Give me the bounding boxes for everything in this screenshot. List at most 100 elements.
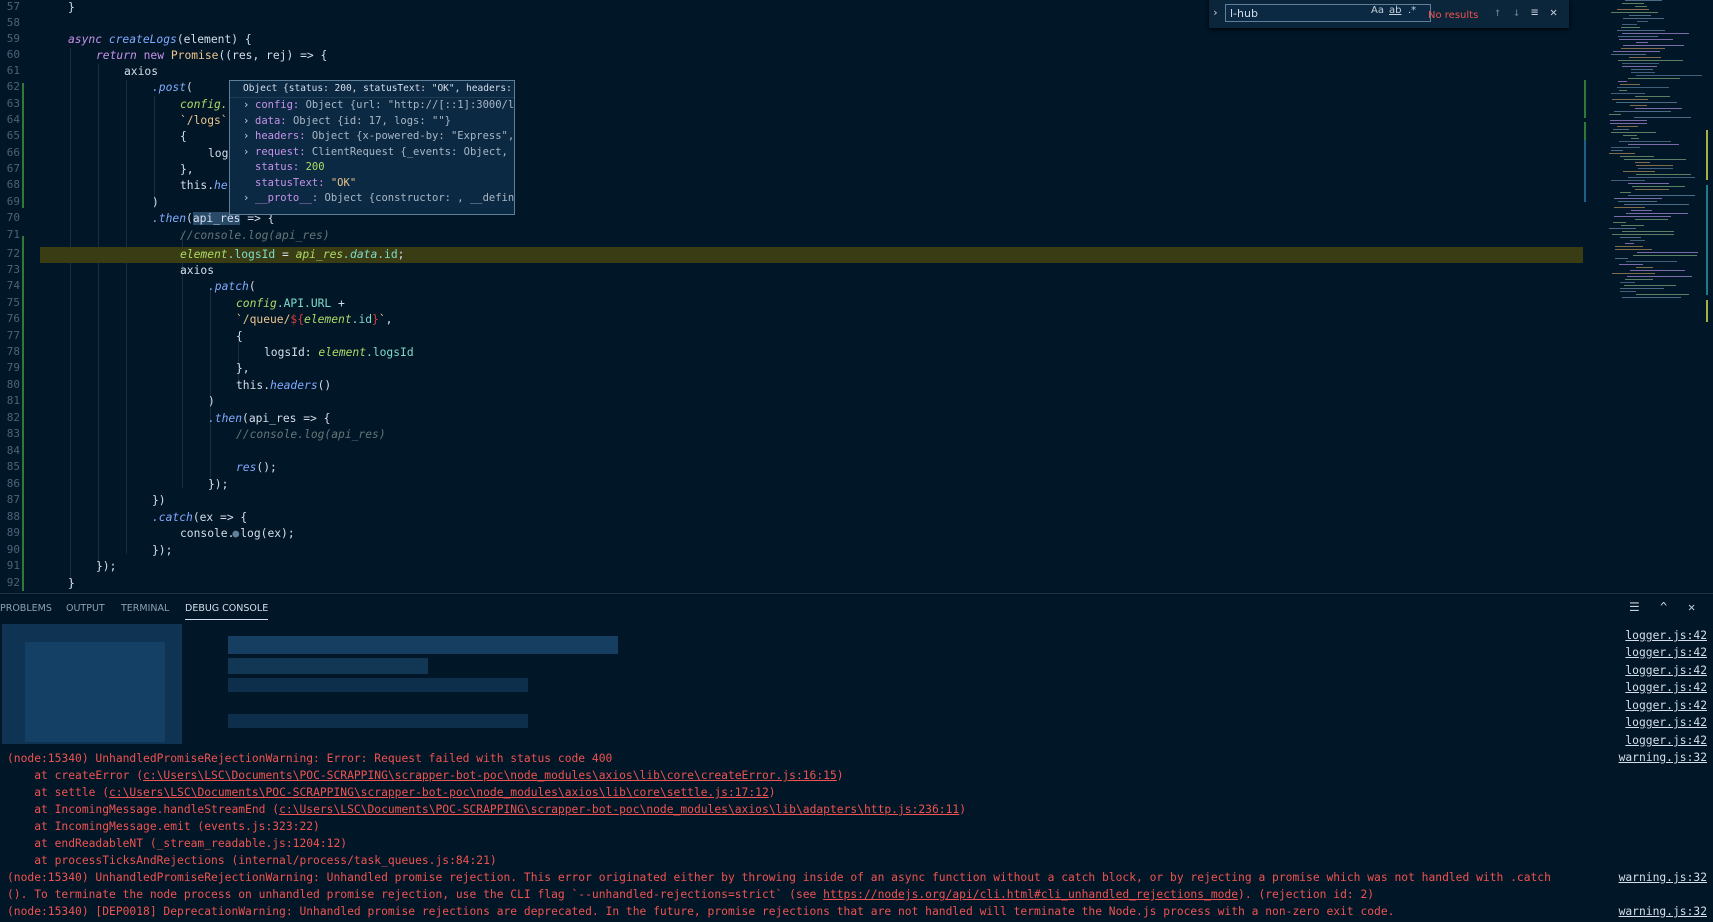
- line-number[interactable]: 85: [0, 460, 20, 473]
- line-number[interactable]: 76: [0, 312, 20, 325]
- line-number[interactable]: 61: [0, 64, 20, 77]
- console-source-link[interactable]: logger.js:42: [1625, 716, 1707, 729]
- close-panel-icon[interactable]: ✕: [1688, 600, 1695, 614]
- chevron-right-icon[interactable]: ›: [243, 191, 255, 207]
- maximize-panel-icon[interactable]: ^: [1660, 600, 1667, 614]
- line-number[interactable]: 90: [0, 543, 20, 556]
- hover-property-row[interactable]: › __proto__: Object {constructor: , __def…: [230, 191, 514, 207]
- console-source-link[interactable]: logger.js:42: [1625, 664, 1707, 677]
- line-number[interactable]: 89: [0, 526, 20, 539]
- code-line-73[interactable]: axios: [180, 263, 214, 279]
- line-number[interactable]: 60: [0, 48, 20, 61]
- hover-property-row[interactable]: › headers: Object {x-powered-by: "Express…: [230, 129, 514, 145]
- stack-trace-link[interactable]: c:\Users\LSC\Documents\POC-SCRAPPING\scr…: [109, 786, 769, 799]
- code-line-62[interactable]: .post(: [152, 80, 193, 96]
- code-line-74[interactable]: .patch(: [208, 279, 256, 295]
- minimap[interactable]: [1585, 0, 1713, 593]
- code-line-66[interactable]: log: [208, 146, 228, 162]
- line-number[interactable]: 88: [0, 510, 20, 523]
- tab-debug-console[interactable]: DEBUG CONSOLE: [185, 603, 269, 620]
- line-number[interactable]: 58: [0, 16, 20, 29]
- next-match-icon[interactable]: ↓: [1513, 5, 1520, 19]
- docs-link[interactable]: https://nodejs.org/api/cli.html#cli_unha…: [823, 888, 1238, 901]
- code-line-67[interactable]: },: [180, 162, 194, 178]
- line-number[interactable]: 91: [0, 559, 20, 572]
- chevron-right-icon[interactable]: ›: [243, 114, 255, 130]
- stack-trace-link[interactable]: c:\Users\LSC\Documents\POC-SCRAPPING\scr…: [143, 769, 837, 782]
- console-source-link[interactable]: logger.js:42: [1625, 629, 1707, 642]
- console-source-link[interactable]: warning.js:32: [1619, 905, 1707, 918]
- line-number[interactable]: 78: [0, 345, 20, 358]
- line-number[interactable]: 73: [0, 263, 20, 276]
- line-number[interactable]: 70: [0, 211, 20, 224]
- console-source-link[interactable]: logger.js:42: [1625, 734, 1707, 747]
- line-number[interactable]: 82: [0, 411, 20, 424]
- line-number[interactable]: 75: [0, 296, 20, 309]
- line-number[interactable]: 92: [0, 576, 20, 589]
- line-number[interactable]: 59: [0, 32, 20, 45]
- code-line-64[interactable]: `/logs`: [180, 113, 228, 129]
- code-line-91[interactable]: });: [96, 559, 116, 575]
- code-line-79[interactable]: },: [236, 361, 250, 377]
- code-line-61[interactable]: axios: [124, 64, 158, 80]
- code-line-72[interactable]: element.logsId = api_res.data.id;: [180, 247, 404, 263]
- breakpoint-dot-icon[interactable]: ●: [232, 527, 239, 540]
- line-number[interactable]: 62: [0, 80, 20, 93]
- chevron-right-icon[interactable]: ›: [243, 145, 255, 161]
- find-in-selection-icon[interactable]: ≡: [1531, 5, 1538, 19]
- code-line-81[interactable]: ): [208, 394, 215, 410]
- code-line-89[interactable]: console.●log(ex);: [180, 526, 295, 542]
- console-source-link[interactable]: logger.js:42: [1625, 681, 1707, 694]
- code-line-90[interactable]: });: [152, 543, 172, 559]
- line-number[interactable]: 86: [0, 477, 20, 490]
- console-source-link[interactable]: logger.js:42: [1625, 699, 1707, 712]
- tab-output[interactable]: OUTPUT: [66, 603, 105, 614]
- hover-property-row[interactable]: › request: ClientRequest {_events: Object…: [230, 145, 514, 161]
- code-line-82[interactable]: .then(api_res => {: [208, 411, 330, 427]
- clear-console-icon[interactable]: ☰: [1629, 600, 1640, 614]
- code-line-83[interactable]: //console.log(api_res): [236, 427, 386, 443]
- code-line-76[interactable]: `/queue/${element.id}`,: [236, 312, 392, 328]
- code-line-65[interactable]: {: [180, 129, 187, 145]
- line-number[interactable]: 64: [0, 113, 20, 126]
- line-number[interactable]: 67: [0, 162, 20, 175]
- stack-trace-link[interactable]: c:\Users\LSC\Documents\POC-SCRAPPING\scr…: [279, 803, 959, 816]
- match-whole-word-icon[interactable]: ab: [1389, 5, 1401, 16]
- line-number[interactable]: 81: [0, 394, 20, 407]
- code-line-85[interactable]: res();: [236, 460, 277, 476]
- hover-property-row[interactable]: status: 200: [230, 160, 514, 176]
- code-line-68[interactable]: this.he: [180, 178, 228, 194]
- previous-match-icon[interactable]: ↑: [1494, 5, 1501, 19]
- console-source-link[interactable]: warning.js:32: [1619, 871, 1707, 884]
- chevron-right-icon[interactable]: ›: [243, 129, 255, 145]
- chevron-right-icon[interactable]: ›: [243, 98, 255, 114]
- hover-property-row[interactable]: › data: Object {id: 17, logs: ""}: [230, 114, 514, 130]
- line-number[interactable]: 69: [0, 195, 20, 208]
- line-number[interactable]: 87: [0, 493, 20, 506]
- line-number[interactable]: 63: [0, 97, 20, 110]
- code-line-71[interactable]: //console.log(api_res): [180, 228, 330, 244]
- line-number[interactable]: 65: [0, 129, 20, 142]
- tab-problems[interactable]: PROBLEMS: [0, 603, 52, 614]
- line-number[interactable]: 77: [0, 329, 20, 342]
- code-line-78[interactable]: logsId: element.logsId: [264, 345, 414, 361]
- line-number[interactable]: 79: [0, 361, 20, 374]
- line-number[interactable]: 84: [0, 444, 20, 457]
- hover-property-row[interactable]: › config: Object {url: "http://[::1]:3000…: [230, 98, 514, 114]
- console-source-link[interactable]: warning.js:32: [1619, 751, 1707, 764]
- code-line-59[interactable]: async createLogs(element) {: [68, 32, 252, 48]
- code-line-69[interactable]: ): [152, 195, 159, 211]
- line-number[interactable]: 72: [0, 247, 20, 260]
- code-line-87[interactable]: }): [152, 493, 166, 509]
- code-line-80[interactable]: this.headers(): [236, 378, 331, 394]
- code-editor[interactable]: 57 58 59 60 61 62 63 64 65 66 67 68 69 70 71 72 73 74 75 76…: [0, 0, 1713, 593]
- line-number[interactable]: 74: [0, 279, 20, 292]
- code-line-75[interactable]: config.API.URL +: [236, 296, 345, 312]
- debug-hover-popup[interactable]: Object {status: 200, statusText: "OK", h…: [229, 80, 515, 215]
- line-number[interactable]: 71: [0, 228, 20, 241]
- hover-property-row[interactable]: statusText: "OK": [230, 176, 514, 192]
- line-number[interactable]: 68: [0, 178, 20, 191]
- line-number[interactable]: 80: [0, 378, 20, 391]
- code-line-92[interactable]: }: [68, 576, 75, 592]
- line-number[interactable]: 66: [0, 146, 20, 159]
